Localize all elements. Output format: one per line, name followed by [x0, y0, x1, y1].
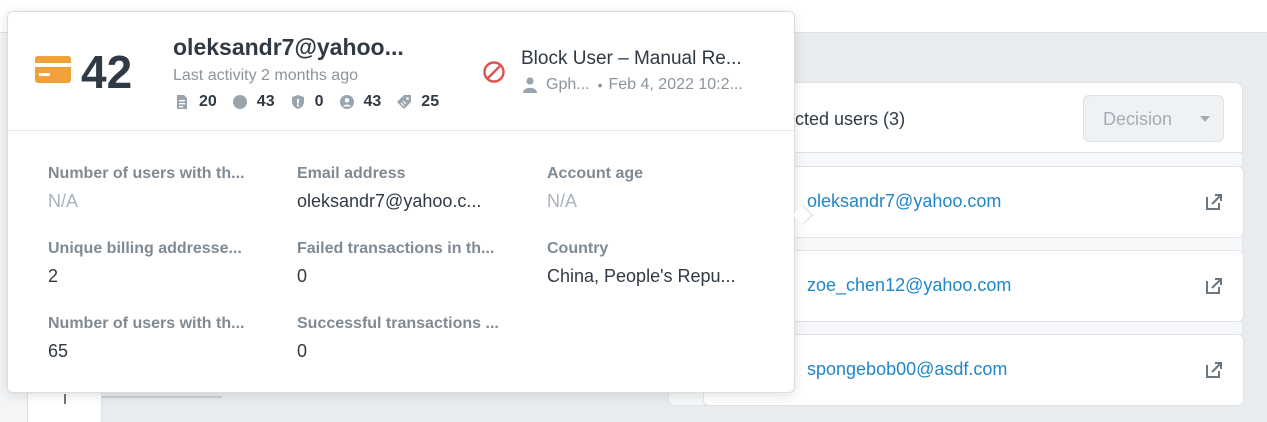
- user-email-link[interactable]: spongebob00@asdf.com: [807, 359, 1007, 380]
- block-icon: [483, 61, 505, 83]
- user-details-popover: 42 oleksandr7@yahoo... Last activity 2 m…: [7, 11, 813, 393]
- stat-documents: 20: [175, 93, 217, 111]
- field-label: Failed transactions in th...: [297, 240, 495, 257]
- decision-dropdown-label: Decision: [1103, 109, 1173, 129]
- external-link-icon[interactable]: [1204, 360, 1224, 380]
- decision-dropdown[interactable]: Decision: [1083, 95, 1224, 142]
- last-activity: Last activity 2 months ago: [173, 67, 358, 84]
- field-label: Unique billing addresse...: [48, 240, 242, 257]
- external-link-icon[interactable]: [1204, 276, 1224, 296]
- field-label: Country: [547, 240, 609, 257]
- document-icon: [177, 95, 187, 109]
- user-email-link[interactable]: oleksandr7@yahoo.com: [807, 191, 1001, 212]
- decision-meta: Gph... • Feb 4, 2022 10:2...: [523, 76, 743, 94]
- risk-score: 42: [81, 46, 133, 98]
- field-country: Country China, People's Repu...: [547, 240, 777, 287]
- field-users-same: Number of users with th... N/A: [48, 165, 278, 212]
- external-link-icon[interactable]: [1204, 192, 1224, 212]
- divider: [102, 396, 222, 398]
- field-account-age: Account age N/A: [547, 165, 777, 212]
- popover-header: 42 oleksandr7@yahoo... Last activity 2 m…: [8, 12, 794, 131]
- decision-date: Feb 4, 2022 10:2...: [608, 76, 743, 93]
- chevron-down-icon: [1200, 116, 1210, 122]
- field-label: Successful transactions ...: [297, 315, 499, 332]
- stat-value: 43: [256, 93, 275, 110]
- field-value: 0: [297, 341, 308, 361]
- field-value: N/A: [48, 191, 79, 211]
- field-value: 65: [48, 341, 69, 361]
- shield-icon: [291, 95, 304, 109]
- user-circle-icon: [339, 95, 354, 109]
- stat-value: 25: [421, 93, 440, 110]
- user-email-title: oleksandr7@yahoo...: [173, 34, 404, 60]
- user-email-link[interactable]: zoe_chen12@yahoo.com: [807, 275, 1011, 296]
- stat-tags: 25: [397, 93, 439, 111]
- decision-author: Gph...: [546, 76, 590, 93]
- decision-title: Block User – Manual Re...: [521, 48, 742, 69]
- field-value: N/A: [547, 191, 578, 211]
- field-label: Account age: [547, 165, 644, 182]
- separator-dot: •: [597, 77, 603, 93]
- user-icon: [523, 77, 537, 93]
- stat-circle: 43: [232, 93, 275, 111]
- field-value: oleksandr7@yahoo.c...: [297, 191, 482, 211]
- field-value: China, People's Repu...: [547, 266, 736, 286]
- field-unique-billing: Unique billing addresse... 2: [48, 240, 278, 287]
- stats-row: 20 43 0 43 25: [175, 92, 455, 112]
- field-label: Number of users with th...: [48, 165, 245, 182]
- field-email-address: Email address oleksandr7@yahoo.c...: [297, 165, 527, 212]
- stat-value: 0: [314, 93, 324, 110]
- field-value: 2: [48, 266, 59, 286]
- field-users-same-2: Number of users with th... 65: [48, 315, 278, 362]
- field-label: Email address: [297, 165, 406, 182]
- field-value: 0: [297, 266, 308, 286]
- circle-icon: [232, 95, 247, 109]
- divider: [64, 394, 66, 404]
- field-failed-transactions: Failed transactions in th... 0: [297, 240, 527, 287]
- credit-card-icon: [35, 56, 71, 83]
- tag-icon: [397, 95, 412, 109]
- stat-value: 20: [199, 93, 217, 110]
- stat-shield: 0: [291, 93, 324, 111]
- field-successful-transactions: Successful transactions ... 0: [297, 315, 527, 362]
- stat-users: 43: [339, 93, 382, 111]
- field-label: Number of users with th...: [48, 315, 245, 332]
- stat-value: 43: [363, 93, 382, 110]
